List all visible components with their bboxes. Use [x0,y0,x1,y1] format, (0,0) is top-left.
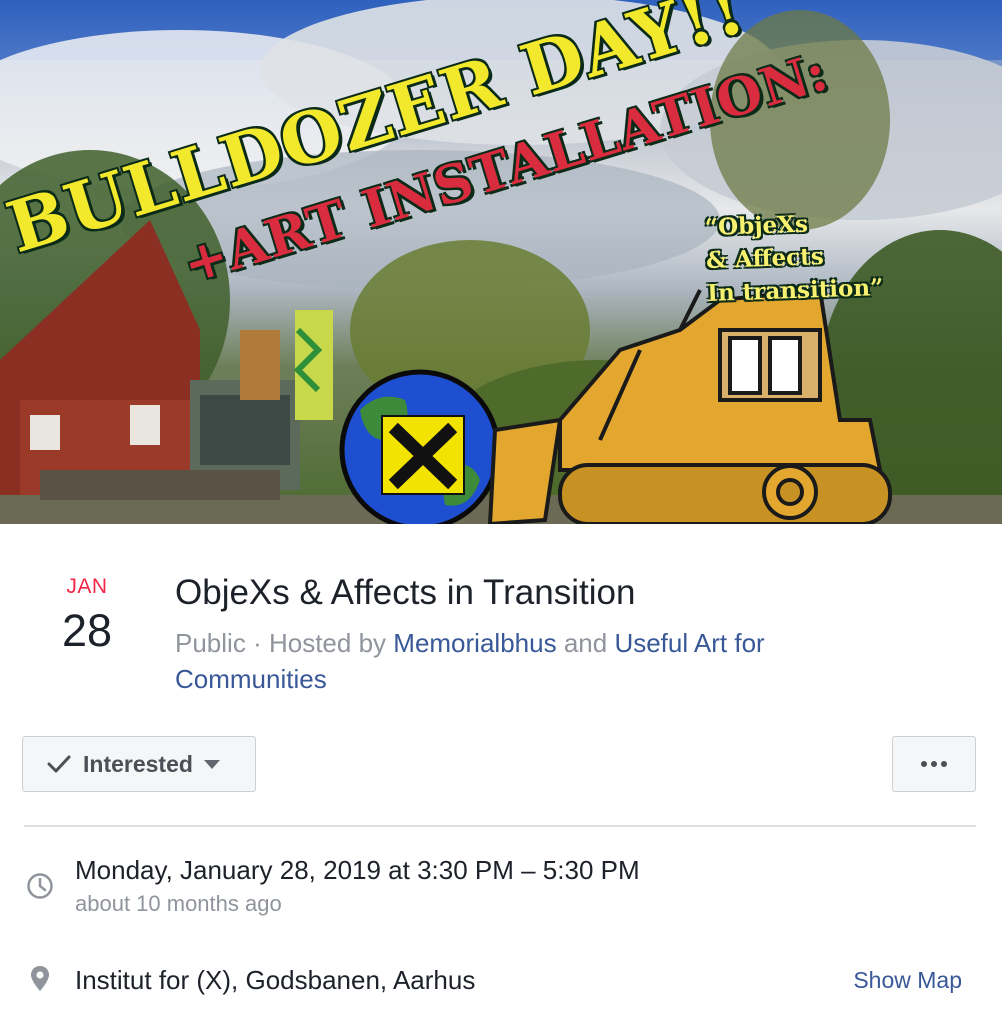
event-datetime: Monday, January 28, 2019 at 3:30 PM – 5:… [75,855,640,885]
more-options-button[interactable] [892,736,976,792]
interested-label: Interested [83,750,193,777]
caret-down-icon [203,760,220,769]
check-icon [47,755,71,773]
interested-button[interactable]: Interested [22,736,256,792]
event-privacy: Public [175,628,246,658]
event-relative-time: about 10 months ago [75,891,282,916]
event-title: ObjeXs & Affects in Transition [175,573,636,612]
clock-icon [27,873,53,899]
event-meta: Public · Hosted by Memorialbhus and Usef… [175,625,895,697]
cover-quote: “ObjeXs & Affects In transition” [704,205,884,310]
ellipsis-icon [921,761,947,767]
event-day: 28 [61,605,113,656]
meta-separator: · [253,628,262,658]
host-link-memorialbhus[interactable]: Memorialbhus [393,628,556,658]
map-pin-icon [31,966,49,991]
hosted-by-label: Hosted by [268,628,387,658]
section-divider [24,825,976,827]
event-cover-photo[interactable]: INSTITUT FOR BULLDOZER DAY!! +ART INSTAL… [0,0,1002,524]
event-month: JAN [66,575,108,598]
event-date-block: JAN 28 [40,574,134,656]
cover-quote-line: In transition” [706,273,884,308]
event-location[interactable]: Institut for (X), Godsbanen, Aarhus [75,963,475,997]
and-label: and [563,628,608,658]
show-map-link[interactable]: Show Map [853,965,962,995]
